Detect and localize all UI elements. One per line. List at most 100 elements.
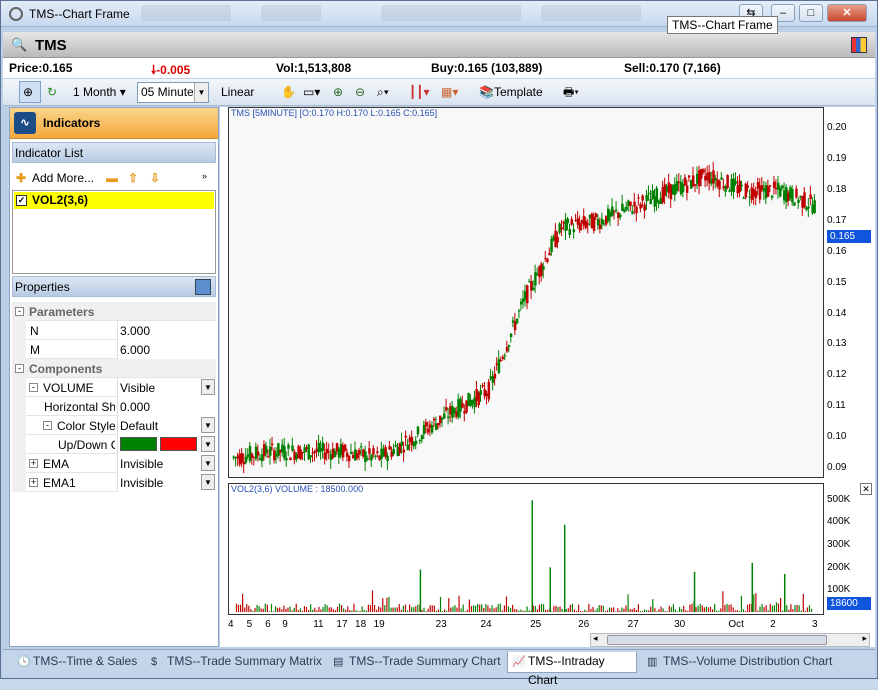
horizontal-scrollbar[interactable]: ◂ ▸: [590, 633, 870, 647]
chevron-down-icon[interactable]: ▼: [194, 83, 208, 102]
scroll-left-icon[interactable]: ◂: [593, 633, 598, 644]
volume-chart[interactable]: [228, 483, 824, 615]
indicators-title: Indicators: [43, 116, 101, 130]
property-value[interactable]: Invisible ▼: [117, 454, 216, 473]
scale-dropdown[interactable]: Linear ▾: [217, 81, 263, 119]
collapse-icon[interactable]: -: [15, 307, 24, 316]
price-chart[interactable]: [228, 107, 824, 478]
candle-body: [388, 445, 391, 450]
tab-icon: ▤: [333, 656, 344, 668]
template-dropdown[interactable]: 📚Template ▾: [475, 81, 555, 119]
period-dropdown[interactable]: 1 Month ▾: [69, 81, 133, 103]
property-value[interactable]: Invisible ▼: [117, 473, 216, 492]
property-value[interactable]: 6.000: [117, 340, 216, 359]
property-row[interactable]: N 3.000: [12, 321, 216, 340]
candle-body: [781, 185, 784, 188]
price-tick-label: 0.16: [827, 245, 847, 257]
property-value[interactable]: ▼: [117, 435, 216, 454]
indicator-item[interactable]: ✓ VOL2(3,6): [14, 192, 214, 209]
maximize-button[interactable]: □: [799, 4, 823, 22]
search-icon[interactable]: 🔍: [11, 37, 27, 53]
candle-body: [550, 238, 553, 253]
candle-body: [615, 209, 618, 211]
indicators-header: ∿ Indicators: [10, 108, 218, 139]
add-icon[interactable]: ✚: [16, 171, 26, 185]
add-more-button[interactable]: Add More...: [32, 171, 94, 185]
x-tick-label: 23: [435, 619, 447, 630]
candle-body: [726, 175, 729, 188]
up-color-swatch[interactable]: [120, 437, 157, 451]
tab-5[interactable]: ▥ TMS--Volume Distribution Chart: [643, 652, 843, 673]
property-row[interactable]: - Parameters: [12, 302, 216, 321]
chart-type-icon[interactable]: ┃┃▾: [405, 81, 435, 103]
close-button[interactable]: ✕: [827, 4, 867, 22]
property-row[interactable]: - Color Style Default ▼: [12, 416, 216, 435]
remove-icon[interactable]: ▬: [106, 171, 118, 185]
tab-2[interactable]: $ TMS--Trade Summary Matrix: [147, 652, 323, 673]
tab-3[interactable]: ▤ TMS--Trade Summary Chart: [329, 652, 501, 673]
candle-body: [803, 192, 806, 208]
move-up-icon[interactable]: ⇧: [128, 171, 138, 185]
x-tick-label: 27: [627, 619, 639, 630]
property-value[interactable]: Visible ▼: [117, 378, 216, 397]
candle-body: [376, 451, 379, 453]
candle-body: [629, 201, 632, 206]
chevron-down-icon[interactable]: ▼: [201, 436, 215, 452]
candle-body: [770, 195, 774, 198]
chevron-down-icon[interactable]: ▼: [201, 417, 215, 433]
expand-icon[interactable]: +: [29, 459, 38, 468]
candle-body: [271, 443, 274, 445]
properties-export-icon[interactable]: [195, 279, 211, 295]
scroll-right-icon[interactable]: ▸: [862, 633, 867, 644]
expand-icon[interactable]: +: [29, 478, 38, 487]
annotation-icon[interactable]: ▭▾: [299, 81, 327, 103]
candle-body: [596, 219, 600, 226]
property-value[interactable]: Default ▼: [117, 416, 216, 435]
price-label: Price:0.165: [9, 61, 73, 75]
collapse-icon[interactable]: -: [29, 383, 38, 392]
tab-1[interactable]: 🕓 TMS--Time & Sales: [13, 652, 141, 673]
scrollbar-thumb[interactable]: [607, 635, 827, 645]
refresh-icon[interactable]: ↻: [43, 81, 63, 103]
more-options-icon[interactable]: »: [202, 171, 207, 181]
collapse-icon[interactable]: -: [15, 364, 24, 373]
move-down-icon[interactable]: ⇩: [150, 171, 160, 185]
row-gutter: [12, 473, 26, 492]
row-gutter: [12, 378, 26, 397]
collapse-icon[interactable]: -: [43, 421, 52, 430]
candle-body: [637, 197, 640, 199]
down-color-swatch[interactable]: [160, 437, 197, 451]
candle-body: [572, 229, 576, 233]
candle-body: [287, 444, 290, 449]
hand-pan-icon[interactable]: ✋: [277, 81, 297, 103]
property-value[interactable]: 0.000: [117, 397, 216, 416]
property-row[interactable]: Horizontal Sh 0.000: [12, 397, 216, 416]
property-row[interactable]: + EMA1 Invisible ▼: [12, 473, 216, 492]
tab-4[interactable]: 📈 TMS--Intraday Chart: [507, 652, 637, 687]
chart-settings-icon[interactable]: [851, 37, 867, 53]
indicator-checkbox[interactable]: ✓: [16, 195, 27, 206]
candle-body: [619, 214, 622, 218]
property-row[interactable]: + EMA Invisible ▼: [12, 454, 216, 473]
property-value[interactable]: 3.000: [117, 321, 216, 340]
property-row[interactable]: M 6.000: [12, 340, 216, 359]
tab-icon: 📈: [512, 656, 526, 668]
property-name: Color Style: [57, 419, 115, 433]
zoom-out-icon[interactable]: ⊖: [351, 81, 371, 103]
chevron-down-icon[interactable]: ▼: [201, 474, 215, 490]
zoom-select-icon[interactable]: ⌕▾: [373, 81, 401, 103]
chevron-down-icon[interactable]: ▼: [201, 379, 215, 395]
interval-combo[interactable]: 05 Minute ▼: [137, 82, 209, 103]
crosshair-icon[interactable]: ⊕: [19, 81, 41, 103]
property-row[interactable]: Up/Down C ▼: [12, 435, 216, 454]
tab-label: TMS--Trade Summary Chart: [349, 654, 501, 668]
chevron-down-icon[interactable]: ▼: [201, 455, 215, 471]
print-icon[interactable]: 🖶▾: [559, 81, 587, 103]
indicator-list: ✓ VOL2(3,6): [12, 190, 216, 274]
property-row[interactable]: - VOLUME Visible ▼: [12, 378, 216, 397]
candle-body: [683, 177, 687, 186]
property-row[interactable]: - Components: [12, 359, 216, 378]
indicator-color-icon[interactable]: ▦▾: [437, 81, 465, 103]
close-pane-icon[interactable]: ✕: [860, 483, 872, 495]
zoom-in-icon[interactable]: ⊕: [329, 81, 349, 103]
